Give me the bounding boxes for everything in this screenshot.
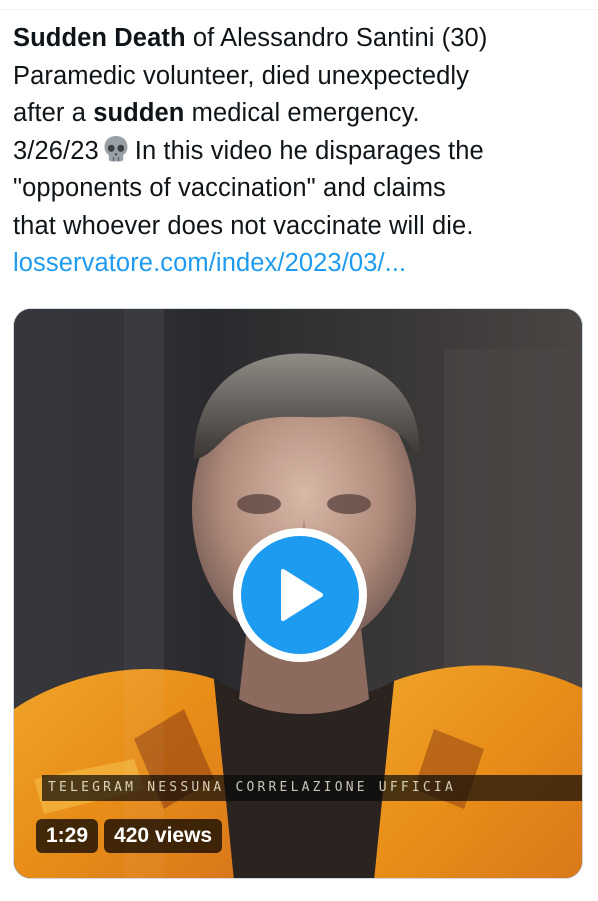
tweet-line-2: Paramedic volunteer, died unexpectedly <box>13 58 588 96</box>
views-badge: 420 views <box>104 819 223 853</box>
play-button[interactable] <box>233 528 367 662</box>
tweet-text-segment: that whoever does not vaccinate will die… <box>13 211 474 240</box>
tweet-text-segment: "opponents of vaccination" and claims <box>13 174 446 202</box>
tweet-text-segment: 3/26/23 <box>13 136 99 165</box>
tweet-text: Sudden Death of Alessandro Santini (30) … <box>13 20 588 283</box>
video-player[interactable]: TELEGRAM NESSUNA CORRELAZIONE UFFICIA 1:… <box>13 308 583 879</box>
duration-badge: 1:29 <box>36 819 99 853</box>
tweet-line-3: after a sudden medical emergency. <box>13 95 588 133</box>
tweet-text-bold: sudden <box>93 99 185 127</box>
tweet-text-segment: In this video he disparages the <box>134 136 484 165</box>
tweet-line-4: 3/26/23 In this video he disparages the <box>13 133 588 171</box>
skull-emoji-icon <box>101 134 131 164</box>
tweet-text-segment: Paramedic volunteer, died unexpectedly <box>13 61 470 90</box>
tweet-line-5: "opponents of vaccination" and claims <box>13 170 588 208</box>
play-button-fill <box>241 536 359 654</box>
play-icon <box>281 569 323 621</box>
article-link[interactable]: losservatore.com/index/2023/03/... <box>13 245 588 283</box>
tweet-text-segment: medical emergency. <box>184 99 420 127</box>
video-badges: 1:29 420 views <box>36 819 223 853</box>
video-overlay-caption: TELEGRAM NESSUNA CORRELAZIONE UFFICIA <box>42 775 582 801</box>
tweet-text-bold: Sudden Death <box>13 24 186 52</box>
tweet-text-segment: after a <box>13 99 94 127</box>
top-divider <box>0 0 598 10</box>
tweet-line-6: that whoever does not vaccinate will die… <box>13 208 588 246</box>
tweet-line-1: Sudden Death of Alessandro Santini (30) <box>13 20 588 58</box>
tweet-text-segment: of Alessandro Santini (30) <box>185 24 488 52</box>
